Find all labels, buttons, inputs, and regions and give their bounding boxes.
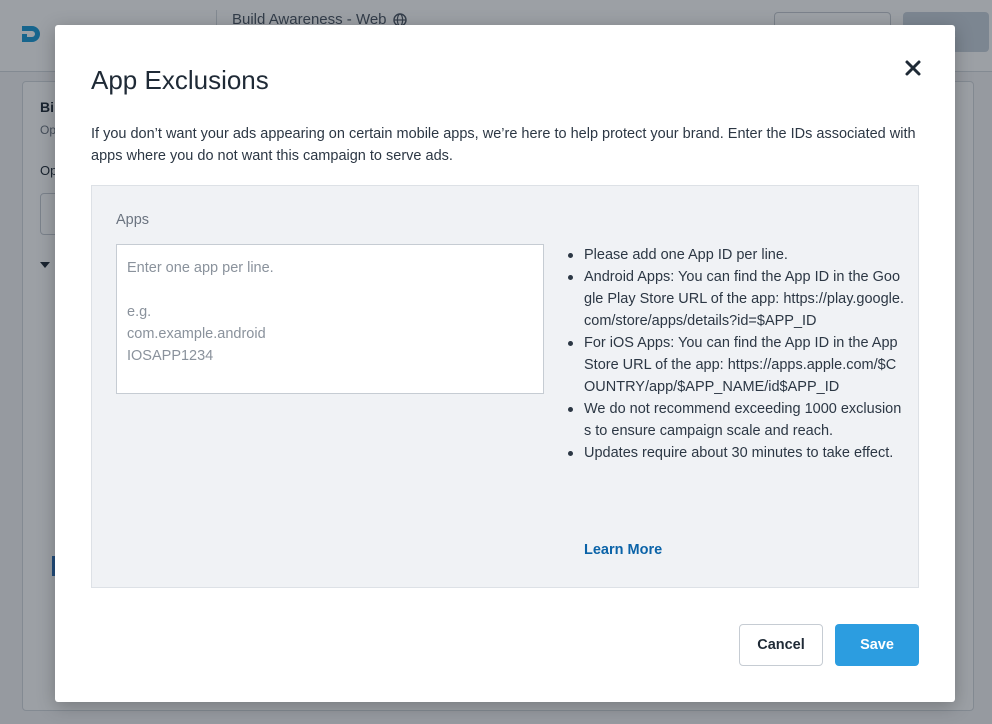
help-list: Please add one App ID per line. Android … <box>566 244 906 464</box>
help-item: We do not recommend exceeding 1000 exclu… <box>566 398 906 442</box>
close-icon <box>905 60 921 76</box>
save-button[interactable]: Save <box>835 624 919 666</box>
learn-more-link[interactable]: Learn More <box>584 542 662 558</box>
cancel-button[interactable]: Cancel <box>739 624 823 666</box>
apps-label: Apps <box>116 212 150 228</box>
help-item: Android Apps: You can find the App ID in… <box>566 266 906 332</box>
modal-title: App Exclusions <box>91 65 269 95</box>
help-item: For iOS Apps: You can find the App ID in… <box>566 332 906 398</box>
help-item: Please add one App ID per line. <box>566 244 906 266</box>
help-item: Updates require about 30 minutes to take… <box>566 442 906 464</box>
apps-textarea[interactable] <box>116 244 544 394</box>
app-exclusions-modal: App Exclusions If you don’t want your ad… <box>55 25 955 702</box>
apps-panel: Apps Please add one App ID per line. And… <box>91 185 919 588</box>
close-button[interactable] <box>903 58 923 78</box>
modal-description: If you don’t want your ads appearing on … <box>91 126 916 164</box>
